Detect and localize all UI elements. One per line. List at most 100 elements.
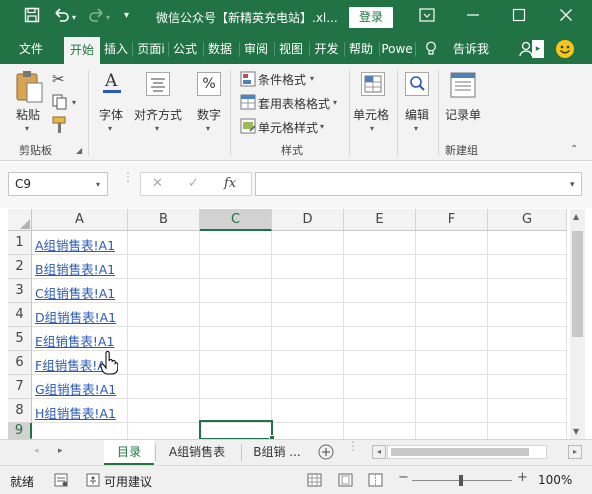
hyperlink-a4[interactable]: D组销售表!A1	[35, 307, 116, 326]
accessibility-icon[interactable]	[86, 473, 100, 490]
row-header[interactable]: 6	[8, 351, 32, 375]
paste-label[interactable]: 粘贴	[16, 106, 40, 123]
normal-view-icon[interactable]	[307, 473, 322, 490]
collapse-ribbon-icon[interactable]: ⌃	[570, 144, 578, 155]
hyperlink-a8[interactable]: H组销售表!A1	[35, 403, 116, 422]
editing-search-icon[interactable]	[405, 72, 429, 96]
sheet-tab-b[interactable]: B组销 ...	[244, 440, 310, 465]
record-form-icon[interactable]	[449, 72, 477, 101]
font-icon[interactable]: A	[100, 69, 124, 97]
tell-me-search[interactable]: 告诉我	[448, 34, 494, 64]
save-icon[interactable]	[22, 7, 42, 28]
customize-qat-icon[interactable]: ▾	[124, 10, 129, 21]
tab-developer[interactable]: 开发	[311, 34, 342, 64]
font-dropdown-icon[interactable]: ▾	[108, 124, 112, 133]
macro-record-icon[interactable]	[54, 473, 68, 490]
zoom-in-icon[interactable]: +	[517, 470, 528, 485]
tab-split-handle[interactable]: ⋮	[347, 440, 359, 452]
alignment-dropdown-icon[interactable]: ▾	[155, 124, 159, 133]
undo-dropdown-icon[interactable]: ▾	[72, 13, 76, 22]
page-layout-view-icon[interactable]	[338, 473, 353, 490]
row-header[interactable]: 8	[8, 399, 32, 423]
zoom-level[interactable]: 100%	[538, 473, 572, 487]
alignment-icon[interactable]	[146, 72, 170, 96]
paste-icon[interactable]	[14, 70, 44, 107]
row-header[interactable]: 5	[8, 327, 32, 351]
hscroll-left-icon[interactable]: ◂	[372, 445, 386, 459]
column-header-b[interactable]: B	[128, 209, 200, 231]
scrollbar-thumb[interactable]	[572, 231, 583, 337]
row-header[interactable]: 2	[8, 255, 32, 279]
tab-view[interactable]: 视图	[276, 34, 306, 64]
hyperlink-a1[interactable]: A组销售表!A1	[35, 235, 115, 254]
cells-label[interactable]: 单元格	[353, 106, 389, 123]
tab-data[interactable]: 数据	[205, 34, 235, 64]
number-format-icon[interactable]: %	[197, 72, 221, 96]
login-button[interactable]: 登录	[349, 7, 393, 28]
cell-style-dropdown-icon[interactable]: ▾	[320, 122, 324, 131]
record-form-label[interactable]: 记录单	[445, 106, 481, 123]
horizontal-scrollbar[interactable]	[387, 445, 547, 459]
name-box[interactable]: C9	[8, 172, 108, 196]
conditional-format-icon[interactable]	[240, 71, 256, 90]
tab-home[interactable]: 开始	[64, 37, 100, 64]
tab-insert[interactable]: 插入	[101, 34, 131, 64]
alignment-label[interactable]: 对齐方式	[134, 106, 182, 123]
row-header[interactable]: 4	[8, 303, 32, 327]
hyperlink-a2[interactable]: B组销售表!A1	[35, 259, 115, 278]
undo-icon[interactable]	[52, 7, 72, 28]
zoom-out-icon[interactable]: −	[398, 470, 409, 485]
accessibility-status[interactable]: 可用建议	[104, 473, 152, 490]
close-icon[interactable]	[556, 7, 576, 27]
tab-page-layout[interactable]: 页面i	[134, 34, 168, 64]
table-format-label[interactable]: 套用表格格式	[258, 95, 330, 112]
column-header-a[interactable]: A	[32, 209, 128, 231]
row-header[interactable]: 7	[8, 375, 32, 399]
format-painter-icon[interactable]	[52, 116, 68, 137]
copy-icon[interactable]	[52, 94, 70, 113]
formula-input[interactable]	[255, 172, 582, 196]
tab-file[interactable]: 文件	[10, 34, 52, 64]
copy-dropdown-icon[interactable]: ▾	[72, 98, 76, 107]
column-header-f[interactable]: F	[416, 209, 488, 231]
tab-power-pivot[interactable]: Powe	[381, 34, 413, 64]
lightbulb-icon[interactable]	[425, 41, 437, 60]
number-label[interactable]: 数字	[197, 106, 221, 123]
selected-cell-c9[interactable]	[199, 420, 273, 439]
add-sheet-icon[interactable]	[318, 444, 334, 463]
sheet-prev-icon[interactable]: ◂	[34, 446, 39, 456]
cut-icon[interactable]: ✂	[52, 70, 65, 88]
tabs-scroll-right-icon[interactable]: ▸	[532, 40, 544, 58]
scroll-down-icon[interactable]: ▼	[573, 427, 579, 436]
select-all-corner[interactable]	[8, 209, 32, 231]
restore-icon[interactable]	[509, 7, 529, 27]
cells-icon[interactable]	[361, 72, 385, 96]
column-header-g[interactable]: G	[488, 209, 567, 231]
tab-review[interactable]: 审阅	[241, 34, 271, 64]
zoom-slider-handle[interactable]	[459, 475, 463, 486]
table-format-dropdown-icon[interactable]: ▾	[333, 98, 337, 107]
cell-style-label[interactable]: 单元格样式	[258, 119, 318, 136]
table-format-icon[interactable]	[240, 94, 256, 113]
sheet-next-icon[interactable]: ▸	[58, 446, 63, 456]
worksheet-grid[interactable]: A B C D E F G 1 2 3 4 5 6 7 8 9 A组销售表!A1…	[8, 209, 567, 439]
conditional-format-label[interactable]: 条件格式	[258, 71, 306, 88]
column-header-c[interactable]: C	[200, 209, 272, 231]
sheet-tab-a[interactable]: A组销售表	[158, 440, 236, 465]
cancel-icon[interactable]: ✕	[152, 176, 163, 191]
page-break-view-icon[interactable]	[368, 473, 383, 490]
row-header[interactable]: 1	[8, 231, 32, 255]
hyperlink-a3[interactable]: C组销售表!A1	[35, 283, 115, 302]
scroll-up-icon[interactable]: ▲	[573, 212, 579, 221]
font-label[interactable]: 字体	[99, 106, 123, 123]
row-header-selected[interactable]: 9	[8, 423, 32, 439]
column-header-d[interactable]: D	[272, 209, 344, 231]
formula-bar-resize-handle[interactable]: ⋮	[122, 171, 134, 183]
expand-formula-bar-icon[interactable]: ▾	[570, 180, 575, 190]
editing-dropdown-icon[interactable]: ▾	[414, 124, 418, 133]
tab-help[interactable]: 帮助	[346, 34, 376, 64]
hscroll-right-icon[interactable]: ▸	[568, 445, 582, 459]
column-header-e[interactable]: E	[344, 209, 416, 231]
conditional-format-dropdown-icon[interactable]: ▾	[310, 74, 314, 83]
sheet-tab-toc[interactable]: 目录	[104, 440, 154, 465]
